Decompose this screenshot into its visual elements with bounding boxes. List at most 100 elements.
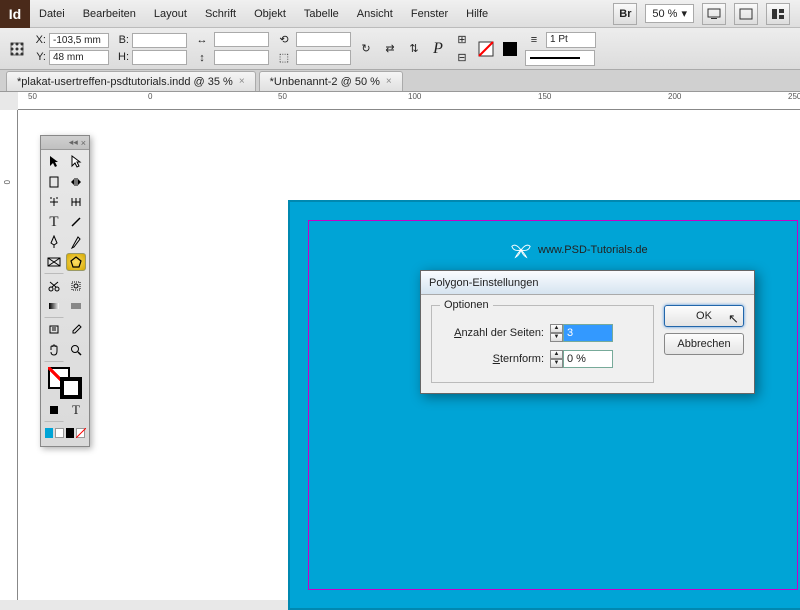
tool-plus1[interactable]: [44, 193, 64, 211]
x-input[interactable]: [49, 33, 109, 48]
tool-panel: ◂◂× T T: [40, 135, 90, 447]
menu-datei[interactable]: Datei: [30, 8, 74, 20]
menu-tabelle[interactable]: Tabelle: [295, 8, 348, 20]
selection-tool[interactable]: [44, 153, 64, 171]
y-input[interactable]: [49, 50, 109, 65]
hand-tool[interactable]: [44, 341, 64, 359]
pencil-tool[interactable]: [66, 233, 86, 251]
menu-fenster[interactable]: Fenster: [402, 8, 457, 20]
path-letter-icon: P: [429, 41, 447, 57]
page-header-text: www.PSD-Tutorials.de: [510, 240, 648, 260]
shear-icon: ⬚: [275, 50, 293, 66]
scale-x-input[interactable]: [214, 32, 269, 47]
chevron-down-icon: ▾: [681, 7, 687, 20]
options-fieldset: Optionen Anzahl der Seiten: ▲▼ Sternform…: [431, 305, 654, 383]
swatch-row: [41, 426, 89, 440]
ruler-horizontal: 50 0 50 100 150 200 250: [18, 92, 800, 110]
panel-header[interactable]: ◂◂×: [41, 136, 89, 150]
starform-label: Sternform:: [444, 353, 544, 365]
tab-unbenannt[interactable]: *Unbenannt-2 @ 50 %×: [259, 71, 403, 91]
type-tool[interactable]: T: [44, 213, 64, 231]
zoom-level[interactable]: 50 %▾: [645, 4, 694, 23]
rotate-input[interactable]: [296, 32, 351, 47]
starform-input[interactable]: [563, 350, 613, 368]
swatch-black[interactable]: [66, 428, 74, 438]
screen-mode-icon[interactable]: [702, 3, 726, 25]
stroke-style-select[interactable]: [525, 50, 595, 66]
page: www.PSD-Tutorials.de: [288, 200, 800, 610]
spin-up-icon[interactable]: ▲: [550, 350, 563, 359]
app-logo: Id: [0, 0, 30, 28]
stroke-swatch[interactable]: [60, 377, 82, 399]
swatch-white[interactable]: [55, 428, 64, 438]
close-icon[interactable]: ×: [386, 76, 392, 87]
menu-ansicht[interactable]: Ansicht: [348, 8, 402, 20]
b-label: B:: [115, 34, 129, 46]
flip-v-icon[interactable]: ⇅: [405, 41, 423, 57]
line-tool[interactable]: [66, 213, 86, 231]
document-tabs: *plakat-usertreffen-psdtutorials.indd @ …: [0, 70, 800, 92]
gap-tool[interactable]: [66, 173, 86, 191]
menu-layout[interactable]: Layout: [145, 8, 196, 20]
polygon-tool[interactable]: [66, 253, 86, 271]
page-tool[interactable]: [44, 173, 64, 191]
butterfly-icon: [510, 240, 532, 260]
menu-objekt[interactable]: Objekt: [245, 8, 295, 20]
rotate-cw-icon[interactable]: ↻: [357, 41, 375, 57]
formatting-container-icon[interactable]: [44, 401, 64, 419]
reference-point-icon[interactable]: [8, 41, 26, 57]
ruler-vertical: 0: [0, 110, 18, 600]
eyedropper-tool[interactable]: [66, 321, 86, 339]
fill-stroke-control[interactable]: [44, 365, 86, 399]
fill-swatch-icon[interactable]: [477, 41, 495, 57]
menu-hilfe[interactable]: Hilfe: [457, 8, 497, 20]
cancel-button[interactable]: Abbrechen: [664, 333, 744, 355]
align-icon[interactable]: ⊞: [453, 32, 471, 48]
swatch-none[interactable]: [76, 428, 85, 438]
note-tool[interactable]: [44, 321, 64, 339]
menu-schrift[interactable]: Schrift: [196, 8, 245, 20]
scale-y-input[interactable]: [214, 50, 269, 65]
spin-down-icon[interactable]: ▼: [550, 333, 563, 342]
rotate-icon: ⟲: [275, 32, 293, 48]
ok-button[interactable]: OK↖: [664, 305, 744, 327]
tool-plus2[interactable]: [66, 193, 86, 211]
stroke-weight-input[interactable]: [546, 32, 596, 48]
distribute-icon[interactable]: ⊟: [453, 50, 471, 66]
sides-spinner[interactable]: ▲▼: [550, 324, 613, 342]
control-bar: X: Y: B: H: ↔ ↕ ⟲ ⬚ ↻ ⇄ ⇅ P ⊞ ⊟ ≡: [0, 28, 800, 70]
y-label: Y:: [32, 51, 46, 63]
sides-input[interactable]: [563, 324, 613, 342]
starform-spinner[interactable]: ▲▼: [550, 350, 613, 368]
formatting-text-icon[interactable]: T: [66, 401, 86, 419]
arrange-icon[interactable]: [766, 3, 790, 25]
free-transform-tool[interactable]: [66, 277, 86, 295]
bridge-button[interactable]: Br: [613, 3, 637, 25]
spin-down-icon[interactable]: ▼: [550, 359, 563, 368]
gradient-feather-tool[interactable]: [66, 297, 86, 315]
x-label: X:: [32, 34, 46, 46]
collapse-icon[interactable]: ◂◂: [69, 137, 78, 148]
swatch-cyan[interactable]: [45, 428, 53, 438]
rectangle-frame-tool[interactable]: [44, 253, 64, 271]
zoom-tool[interactable]: [66, 341, 86, 359]
height-input[interactable]: [132, 50, 187, 65]
stroke-swatch-icon[interactable]: [501, 41, 519, 57]
shear-input[interactable]: [296, 50, 351, 65]
spin-up-icon[interactable]: ▲: [550, 324, 563, 333]
scale-y-icon: ↕: [193, 50, 211, 66]
h-label: H:: [115, 51, 129, 63]
scissors-tool[interactable]: [44, 277, 64, 295]
cursor-icon: ↖: [728, 311, 739, 327]
close-icon[interactable]: ×: [239, 76, 245, 87]
menu-bearbeiten[interactable]: Bearbeiten: [74, 8, 145, 20]
pen-tool[interactable]: [44, 233, 64, 251]
direct-selection-tool[interactable]: [66, 153, 86, 171]
tab-plakat[interactable]: *plakat-usertreffen-psdtutorials.indd @ …: [6, 71, 256, 91]
flip-h-icon[interactable]: ⇄: [381, 41, 399, 57]
close-icon[interactable]: ×: [81, 138, 86, 148]
view-options-icon[interactable]: [734, 3, 758, 25]
width-input[interactable]: [132, 33, 187, 48]
stroke-icon: ≡: [525, 32, 543, 48]
gradient-swatch-tool[interactable]: [44, 297, 64, 315]
